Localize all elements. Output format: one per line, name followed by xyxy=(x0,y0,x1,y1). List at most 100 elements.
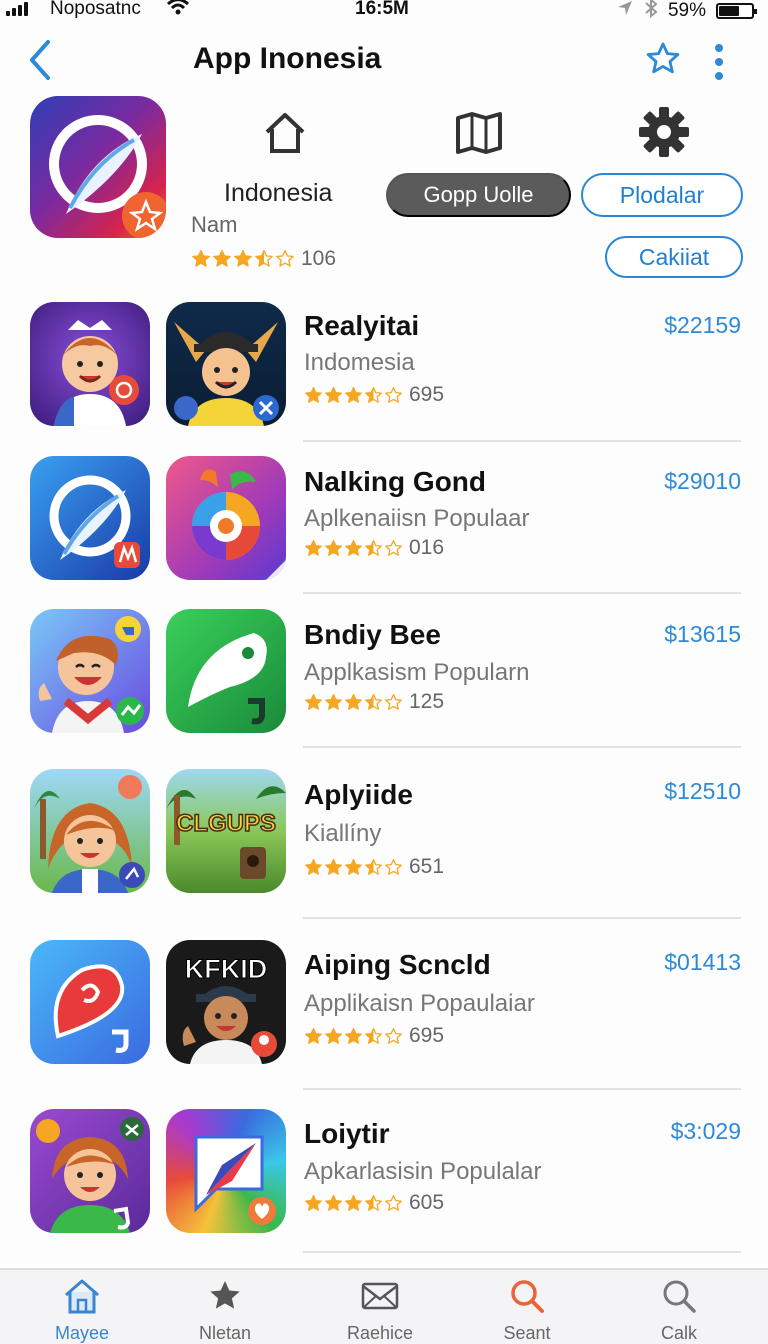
hero-app-icon[interactable] xyxy=(30,96,166,238)
tab-calk[interactable]: Calk xyxy=(619,1278,739,1344)
app-title: Bndiy Bee xyxy=(304,619,441,650)
app-icon: CLGUPS xyxy=(166,769,286,893)
tab-raehice[interactable]: Raehice xyxy=(320,1278,440,1344)
tab-label: Mayee xyxy=(54,1323,110,1343)
app-icon xyxy=(30,769,150,893)
plodalar-button[interactable]: Plodalar xyxy=(581,173,743,217)
star-icon xyxy=(345,386,362,403)
tab-label: Seant xyxy=(503,1323,551,1343)
location-icon xyxy=(616,0,634,23)
app-rating: 605 xyxy=(304,1191,444,1215)
star-icon xyxy=(206,1281,244,1318)
star-icon xyxy=(305,386,322,403)
app-price[interactable]: $12510 xyxy=(664,778,741,805)
star-icon xyxy=(325,1194,342,1211)
rating-stars xyxy=(304,386,403,405)
star-icon xyxy=(255,250,273,267)
list-item[interactable]: Realyitai Indomesia 695 $22159 xyxy=(0,302,768,442)
bluetooth-icon xyxy=(644,0,658,24)
star-icon xyxy=(345,858,362,875)
page-title: App Inonesia xyxy=(193,42,382,75)
home-icon xyxy=(63,1279,101,1318)
star-icon xyxy=(276,250,294,267)
row-divider xyxy=(303,1251,741,1253)
mail-icon xyxy=(360,1282,400,1318)
tab-label: Raehice xyxy=(346,1323,414,1343)
icon-text-clgups: CLGUPS xyxy=(176,810,276,837)
row-divider xyxy=(303,440,741,442)
gopp-uolle-button[interactable]: Gopp Uolle xyxy=(386,173,571,217)
back-chevron-icon[interactable] xyxy=(28,38,56,82)
tab-label: Nletan xyxy=(198,1323,252,1343)
app-price[interactable]: $01413 xyxy=(664,949,741,976)
rating-stars xyxy=(304,858,403,877)
list-item[interactable]: Loiytir Apkarlasisin Populalar 605 $3:02… xyxy=(0,1109,768,1253)
status-bar: Noposatnc 16:5M 59% xyxy=(0,0,768,22)
star-icon xyxy=(325,858,342,875)
star-icon xyxy=(325,1027,342,1044)
star-icon xyxy=(192,250,210,267)
gear-icon[interactable] xyxy=(638,106,690,163)
app-subtitle: Aplkenaiisn Populaar xyxy=(304,505,530,532)
star-icon xyxy=(365,858,382,875)
app-rating: 651 xyxy=(304,855,444,879)
app-subtitle: Apkarlasisin Populalar xyxy=(304,1158,542,1185)
star-icon xyxy=(385,1194,402,1211)
star-icon xyxy=(305,1194,322,1211)
signal-icon xyxy=(6,2,28,16)
app-rating: 125 xyxy=(304,690,444,714)
wifi-icon xyxy=(166,0,190,22)
search-icon xyxy=(660,1280,698,1318)
star-icon xyxy=(385,858,402,875)
icon-text-kfkid: KFKID xyxy=(185,954,268,984)
star-icon xyxy=(213,250,231,267)
tab-seant[interactable]: Seant xyxy=(467,1278,587,1344)
star-icon xyxy=(325,386,342,403)
battery-percent: 59% xyxy=(667,0,706,21)
home-icon[interactable] xyxy=(262,110,308,161)
list-item[interactable]: CLGUPS Aplyiide Kiallíny 651 $12510 xyxy=(0,769,768,919)
star-icon xyxy=(385,386,402,403)
cakiiat-button[interactable]: Cakiiat xyxy=(605,236,743,278)
app-subtitle: Kiallíny xyxy=(304,820,382,847)
list-item[interactable]: Bndiy Bee Applkasism Popularn 125 $13615 xyxy=(0,609,768,748)
row-divider xyxy=(303,917,741,919)
status-time: 16:5M xyxy=(355,0,409,19)
star-outline-icon[interactable] xyxy=(644,40,682,83)
star-icon xyxy=(385,1027,402,1044)
app-title: Realyitai xyxy=(304,310,420,341)
star-icon xyxy=(345,1194,362,1211)
rating-stars xyxy=(304,539,403,558)
app-price[interactable]: $13615 xyxy=(664,621,741,648)
app-price[interactable]: $3:029 xyxy=(671,1118,741,1145)
list-item[interactable]: KFKID Aiping Scncld Applikaisn Popaulaia… xyxy=(0,940,768,1090)
app-icon xyxy=(30,1109,150,1233)
app-price[interactable]: $22159 xyxy=(664,312,741,339)
rating-stars xyxy=(191,249,295,269)
rating-count: 651 xyxy=(409,855,445,878)
hero-app-name: Indonesia xyxy=(224,179,333,207)
app-icon xyxy=(30,456,150,580)
app-icon xyxy=(30,940,150,1064)
more-vertical-icon[interactable] xyxy=(712,42,726,87)
app-icon xyxy=(166,1109,286,1233)
star-icon xyxy=(385,539,402,556)
carrier-label: Noposatnc xyxy=(50,0,141,19)
rating-stars xyxy=(304,1194,403,1213)
tab-mayee[interactable]: Mayee xyxy=(22,1278,142,1344)
star-icon xyxy=(305,858,322,875)
star-icon xyxy=(385,693,402,710)
app-price[interactable]: $29010 xyxy=(664,468,741,495)
list-item[interactable]: Nalking Gond Aplkenaiisn Populaar 016 $2… xyxy=(0,456,768,594)
tab-nletan[interactable]: Nletan xyxy=(165,1278,285,1344)
rating-count: 016 xyxy=(409,536,445,559)
book-icon[interactable] xyxy=(454,110,504,161)
app-rating: 695 xyxy=(304,383,444,407)
app-title: Aplyiide xyxy=(304,779,413,810)
row-divider xyxy=(303,592,741,594)
rating-count: 125 xyxy=(409,690,445,713)
nav-bar: App Inonesia xyxy=(0,38,768,82)
star-icon xyxy=(234,250,252,267)
hero-app-subtitle: Nam xyxy=(191,212,238,237)
app-subtitle: Applkasism Popularn xyxy=(304,659,530,686)
